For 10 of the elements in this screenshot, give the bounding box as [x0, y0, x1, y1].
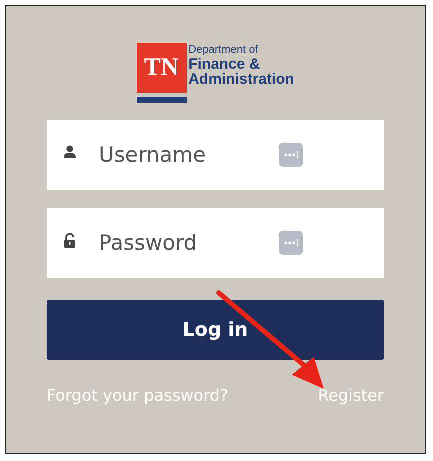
logo-text: Finance & — [188, 56, 262, 72]
logo-text: Administration — [188, 72, 294, 88]
input-field[interactable]: Username — [47, 120, 384, 190]
input-field[interactable]: Password — [47, 208, 384, 278]
register-link[interactable]: Register — [318, 386, 384, 405]
password-manager-icon — [279, 231, 303, 255]
logo-text: Department of — [188, 45, 260, 57]
forgot-password-link[interactable]: Forgot your password? — [47, 386, 229, 405]
password-manager-icon — [279, 143, 303, 167]
login-button[interactable]: Log in — [47, 300, 384, 360]
